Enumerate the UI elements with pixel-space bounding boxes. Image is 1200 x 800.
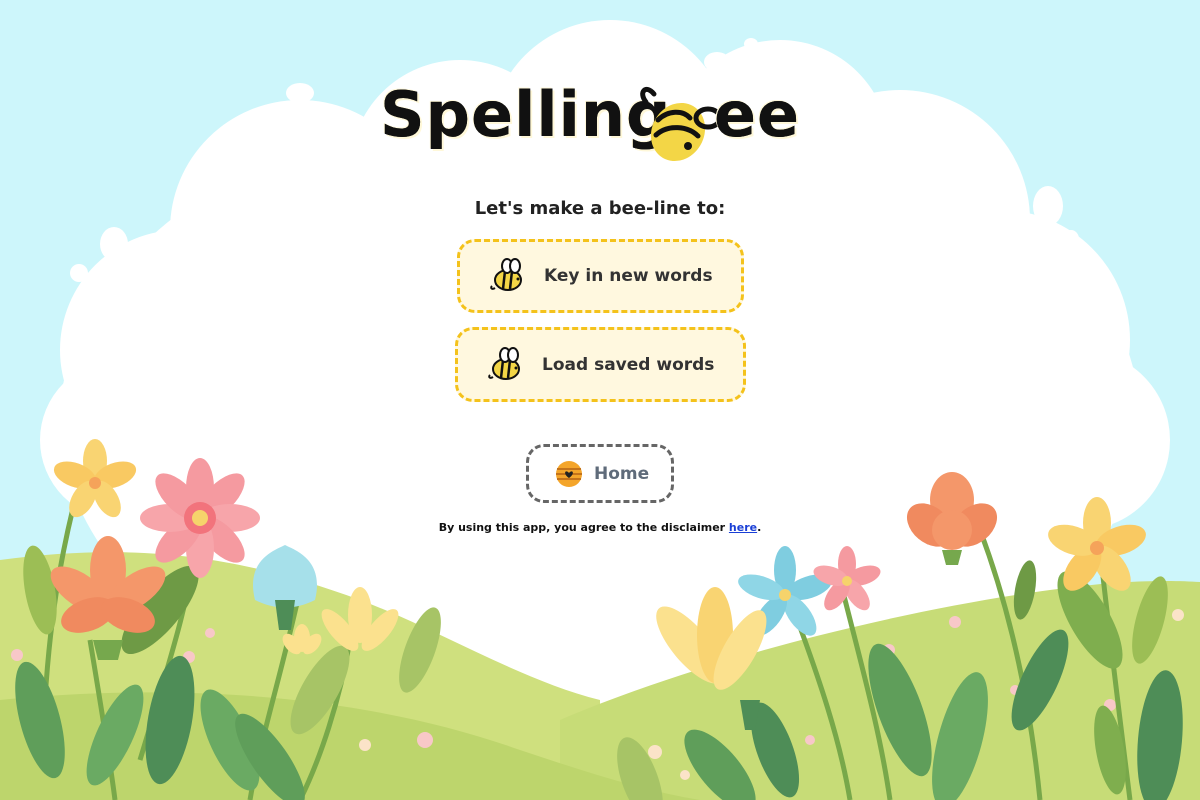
bee-icon xyxy=(490,258,522,291)
home-label: Home xyxy=(594,463,650,484)
load-saved-words-label: Load saved words xyxy=(542,354,715,375)
bee-icon xyxy=(488,346,520,380)
prompt-text: Let's make a bee-line to: xyxy=(474,198,726,219)
disclaimer-text: By using this app, you agree to the disc… xyxy=(438,521,729,534)
disclaimer-end: . xyxy=(757,521,762,534)
bee-icon xyxy=(640,87,723,162)
key-in-new-words-button[interactable]: Key in new words xyxy=(457,239,744,313)
app-logo: Spelling ee xyxy=(380,76,820,176)
home-button[interactable]: Home xyxy=(526,444,674,503)
disclaimer-link[interactable]: here xyxy=(729,521,757,534)
load-saved-words-button[interactable]: Load saved words xyxy=(455,327,746,402)
key-in-new-words-label: Key in new words xyxy=(544,266,713,286)
beehive-icon xyxy=(556,460,582,487)
disclaimer: By using this app, you agree to the disc… xyxy=(0,521,1200,534)
main-panel: Spelling ee Let's make a bee-line to: Ke… xyxy=(0,0,1200,800)
app-title-right: ee xyxy=(714,78,801,151)
